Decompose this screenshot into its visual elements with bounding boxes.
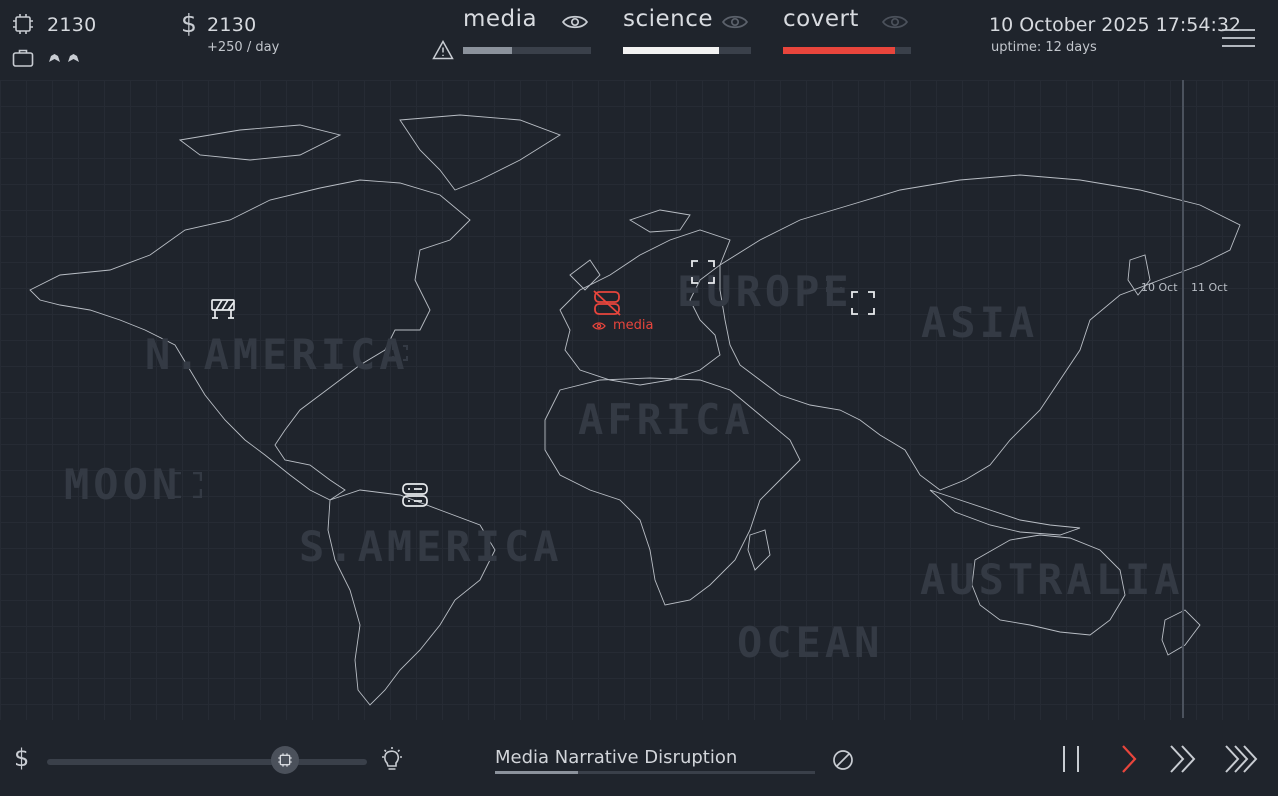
timeline-tick: 10 Oct [1141, 281, 1178, 294]
warning-icon [432, 40, 454, 60]
agent-icon[interactable] [48, 53, 61, 63]
region-label-asia: ASIA [921, 298, 1039, 347]
top-bar: 2130 $ 2130 +250 / day media science cov… [0, 0, 1278, 80]
node-status-label: media [613, 318, 654, 333]
world-map[interactable]: N.AMERICA EUROPE ASIA AFRICA S.AMERICA A… [0, 80, 1278, 720]
region-label-moon: MOON [64, 460, 182, 509]
play-speed-3-icon[interactable] [1224, 744, 1260, 774]
region-label-africa: AFRICA [578, 395, 754, 444]
dollar-icon: $ [14, 744, 30, 772]
research-title[interactable]: Media Narrative Disruption [495, 747, 737, 768]
play-speed-1-icon[interactable] [1118, 744, 1140, 774]
eye-icon [592, 321, 606, 331]
empty-slot-icon[interactable] [826, 276, 842, 292]
empty-slot-icon[interactable] [690, 259, 716, 285]
region-label-australia: AUSTRALIA [920, 555, 1184, 604]
cancel-icon[interactable] [832, 749, 854, 771]
research-progress-fill [495, 771, 579, 774]
covert-meter-label: covert [783, 6, 859, 32]
timeline-cursor[interactable] [1182, 80, 1184, 718]
empty-slot-icon[interactable] [392, 345, 408, 361]
uptime-text: uptime: 12 days [991, 40, 1097, 55]
compute-value: 2130 [47, 14, 97, 36]
media-meter-label: media [463, 6, 538, 32]
server-node-icon[interactable] [401, 482, 429, 508]
play-speed-2-icon[interactable] [1168, 744, 1200, 774]
science-meter-bar [623, 47, 751, 54]
covert-meter-fill [783, 47, 895, 54]
server-offline-node-icon[interactable] [592, 289, 622, 317]
covert-meter-bar [783, 47, 911, 54]
empty-slot-icon[interactable] [172, 472, 202, 498]
allocation-slider-track[interactable] [47, 759, 367, 765]
science-meter-label: science [623, 6, 714, 32]
timeline-tick: 11 Oct [1191, 281, 1228, 294]
briefcase-icon[interactable] [12, 48, 34, 68]
cpu-chip-icon [278, 753, 293, 767]
eye-icon[interactable] [881, 13, 909, 31]
hamburger-menu-icon[interactable] [1221, 28, 1256, 50]
region-label-n-america: N.AMERICA [145, 330, 409, 379]
income-rate: +250 / day [207, 40, 280, 55]
research-progress-bar [495, 771, 815, 774]
media-meter-bar [463, 47, 591, 54]
region-label-ocean: OCEAN [737, 618, 884, 667]
region-label-s-america: S.AMERICA [299, 522, 563, 571]
eye-icon[interactable] [561, 13, 589, 31]
empty-slot-icon[interactable] [850, 290, 876, 316]
eye-icon[interactable] [721, 13, 749, 31]
media-meter-fill [463, 47, 512, 54]
game-datetime: 10 October 2025 17:54:32 [989, 14, 1242, 36]
dollar-icon: $ [181, 9, 197, 38]
agent-icon[interactable] [67, 53, 80, 63]
barrier-node-icon[interactable] [210, 296, 236, 320]
science-meter-fill [623, 47, 719, 54]
pause-icon[interactable] [1058, 744, 1084, 774]
money-value: 2130 [207, 14, 257, 36]
cpu-chip-icon [11, 12, 35, 36]
lightbulb-icon [379, 746, 405, 774]
